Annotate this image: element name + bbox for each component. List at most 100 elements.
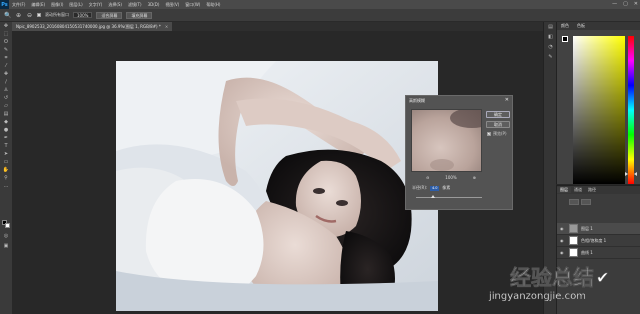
more-tools-icon[interactable]: … (0, 182, 12, 190)
type-tool-icon[interactable]: T (0, 142, 12, 150)
menu-select[interactable]: 选择(S) (105, 2, 125, 8)
zoom-in-icon[interactable]: ⊕ (15, 12, 22, 19)
hand-tool-icon[interactable]: ✋ (0, 166, 12, 174)
zoom-in-icon[interactable]: ⊕ (473, 175, 476, 180)
menu-window[interactable]: 窗口(W) (182, 2, 203, 8)
background-color-swatch[interactable] (5, 223, 10, 228)
tab-swatches[interactable]: 色板 (573, 23, 589, 29)
marquee-tool-icon[interactable]: ⬚ (0, 30, 12, 38)
eraser-tool-icon[interactable]: ▱ (0, 102, 12, 110)
menu-view[interactable]: 视图(V) (162, 2, 182, 8)
blur-preview[interactable] (411, 109, 482, 172)
foreground-color-swatch[interactable] (562, 36, 568, 42)
menu-image[interactable]: 图像(I) (48, 2, 66, 8)
path-select-icon[interactable]: ➤ (0, 150, 12, 158)
radius-input[interactable]: 4.0 (430, 185, 440, 191)
layer-row[interactable]: ◉ 图层 1 (557, 223, 640, 235)
zoom-tool-icon: 🔍 (4, 11, 12, 19)
hue-marker-right[interactable] (634, 172, 637, 176)
layer-controls (557, 195, 640, 223)
menu-filter[interactable]: 滤镜(T) (125, 2, 145, 8)
layer-name: 图层 1 (581, 225, 593, 231)
hue-marker-left[interactable] (625, 172, 628, 176)
radius-slider-thumb[interactable] (430, 195, 435, 198)
photo-image (116, 61, 438, 311)
scroll-all-checkbox[interactable] (37, 13, 41, 17)
layer-thumbnail (569, 224, 578, 233)
watermark-title: 经验总结 ✔ (510, 262, 610, 292)
history-brush-icon[interactable]: ↺ (0, 94, 12, 102)
fg-bg-color-swatches[interactable] (562, 36, 571, 45)
healing-tool-icon[interactable]: ✚ (0, 70, 12, 78)
window-controls: — ▢ ✕ (612, 1, 638, 7)
menu-file[interactable]: 文件(F) (9, 2, 28, 8)
visibility-eye-icon[interactable]: ◉ (560, 238, 566, 243)
fill-screen-button[interactable]: 填充屏幕 (126, 11, 153, 19)
move-tool-icon[interactable]: ✥ (0, 22, 12, 30)
blur-tool-icon[interactable]: ◆ (0, 118, 12, 126)
preview-zoom-row: ⊖ 100% ⊕ (426, 175, 476, 180)
preview-checkbox[interactable]: ✓ (487, 132, 491, 136)
menu-type[interactable]: 文字(Y) (86, 2, 106, 8)
layer-row[interactable]: ◉ 曲线 1 (557, 247, 640, 259)
ok-button[interactable]: 确定 (486, 111, 510, 118)
document-tab[interactable]: Npic_8902533_20160804150531740000.jpg @ … (12, 22, 173, 31)
gaussian-blur-dialog: 高斯模糊 ✕ 确定 取消 ✓ 预览(P) ⊖ 100% ⊕ 半径(R): 4.0… (405, 95, 513, 210)
radius-unit: 像素 (442, 185, 451, 190)
menu-3d[interactable]: 3D(D) (145, 2, 163, 7)
opacity-field[interactable] (581, 199, 591, 205)
photoshop-window: Ps 文件(F) 编辑(E) 图像(I) 图层(L) 文字(Y) 选择(S) 滤… (0, 0, 640, 314)
dodge-tool-icon[interactable]: ● (0, 126, 12, 134)
menu-edit[interactable]: 编辑(E) (28, 2, 48, 8)
tab-paths[interactable]: 路径 (585, 187, 599, 193)
pen-tool-icon[interactable]: ✒ (0, 134, 12, 142)
layer-filter-controls (569, 199, 591, 205)
zoom-tool-icon[interactable]: ⚲ (0, 174, 12, 182)
photoshop-logo-icon: Ps (0, 0, 9, 9)
preview-image (412, 110, 481, 171)
minimize-icon[interactable]: — (612, 1, 617, 7)
tab-channels[interactable]: 通道 (571, 187, 585, 193)
close-icon[interactable]: ✕ (634, 1, 638, 7)
blend-mode-select[interactable] (569, 199, 579, 205)
preview-checkbox-row[interactable]: ✓ 预览(P) (487, 131, 507, 137)
watermark-title-text: 经验总结 (510, 266, 595, 291)
maximize-icon[interactable]: ▢ (623, 1, 628, 7)
lasso-tool-icon[interactable]: ʘ (0, 38, 12, 46)
visibility-eye-icon[interactable]: ◉ (560, 250, 566, 255)
screen-mode-icon[interactable]: ▣ (0, 242, 12, 250)
dialog-close-icon[interactable]: ✕ (505, 97, 509, 103)
radius-slider[interactable] (416, 195, 482, 198)
tab-layers[interactable]: 图层 (557, 187, 571, 193)
layer-row[interactable]: ◉ 色相/饱和度 1 (557, 235, 640, 247)
shape-tool-icon[interactable]: ▭ (0, 158, 12, 166)
zoom-out-icon[interactable]: ⊖ (426, 175, 429, 180)
gradient-tool-icon[interactable]: ▤ (0, 110, 12, 118)
crop-tool-icon[interactable]: ⌗ (0, 54, 12, 62)
menu-layer[interactable]: 图层(L) (66, 2, 85, 8)
hue-slider[interactable] (628, 36, 634, 184)
preview-zoom-value: 100% (445, 175, 457, 180)
quick-mask-icon[interactable]: ◎ (0, 232, 12, 240)
document-tab-title: Npic_8902533_20160804150531740000.jpg @ … (16, 23, 161, 29)
options-bar: 🔍 ⊕ ⊖ 滚动所有窗口 100% 适合屏幕 填充屏幕 (0, 9, 640, 22)
visibility-eye-icon[interactable]: ◉ (560, 226, 566, 231)
quick-select-tool-icon[interactable]: ✎ (0, 46, 12, 54)
document-photo[interactable] (116, 61, 438, 311)
color-picker-field[interactable] (573, 36, 625, 184)
eyedropper-tool-icon[interactable]: ⁄ (0, 62, 12, 70)
zoom-out-icon[interactable]: ⊖ (26, 12, 33, 19)
brush-tool-icon[interactable]: ∕ (0, 78, 12, 86)
close-tab-icon[interactable]: × (165, 24, 168, 29)
color-panel-tabs: 颜色 色板 (557, 22, 640, 30)
fit-screen-button[interactable]: 适合屏幕 (96, 11, 123, 19)
zoom-field[interactable]: 100% (73, 12, 93, 18)
cancel-button[interactable]: 取消 (486, 121, 510, 128)
checkmark-icon: ✔ (596, 267, 610, 287)
menu-help[interactable]: 帮助(H) (203, 2, 223, 8)
tab-color[interactable]: 颜色 (557, 23, 573, 29)
layer-name: 曲线 1 (581, 249, 593, 255)
stamp-tool-icon[interactable]: ♙ (0, 86, 12, 94)
color-panel: 颜色 色板 (556, 22, 640, 184)
tools-panel: ✥ ⬚ ʘ ✎ ⌗ ⁄ ✚ ∕ ♙ ↺ ▱ ▤ ◆ ● ✒ T ➤ ▭ ✋ ⚲ … (0, 22, 12, 314)
